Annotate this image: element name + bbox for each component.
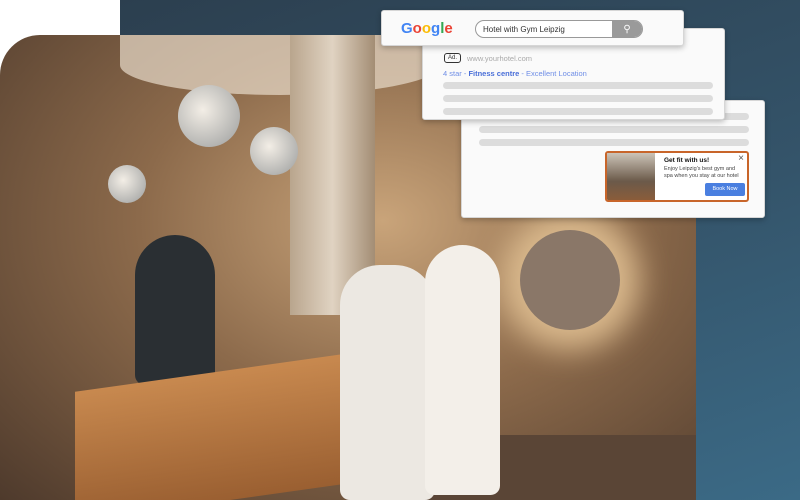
tagline-part: Fitness centre: [468, 69, 520, 78]
magnifier-icon: ⚲: [623, 24, 631, 35]
tagline-part: 4 star -: [443, 69, 469, 78]
search-query: Hotel with Gym Leipzig: [483, 25, 565, 34]
search-card: Google Hotel with Gym Leipzig ⚲: [381, 10, 684, 46]
ad-popup[interactable]: Get fit with us! Enjoy Leipzig's best gy…: [605, 151, 749, 202]
round-mirror: [520, 230, 620, 330]
pendant-lamp: [178, 85, 240, 147]
popup-title: Get fit with us!: [664, 157, 710, 164]
receptionist: [135, 235, 215, 385]
ad-tagline[interactable]: 4 star - Fitness centre - Excellent Loca…: [443, 69, 587, 78]
search-input[interactable]: Hotel with Gym Leipzig ⚲: [475, 20, 643, 38]
guest-woman: [340, 265, 435, 500]
pendant-lamp: [250, 127, 298, 175]
pendant-lamp: [108, 165, 146, 203]
ad-url[interactable]: www.yourhotel.com: [467, 54, 532, 63]
book-now-button[interactable]: Book Now: [705, 183, 745, 196]
reception-counter: [75, 348, 385, 500]
guest-man: [425, 245, 500, 495]
close-icon[interactable]: ×: [738, 153, 744, 164]
search-button[interactable]: ⚲: [612, 21, 642, 37]
google-logo: Google: [401, 20, 453, 37]
tagline-part: - Excellent Location: [519, 69, 587, 78]
ad-badge: Ad.: [444, 53, 462, 63]
gym-thumbnail: [607, 153, 655, 200]
popup-body: Enjoy Leipzig's best gym and spa when yo…: [664, 166, 739, 179]
